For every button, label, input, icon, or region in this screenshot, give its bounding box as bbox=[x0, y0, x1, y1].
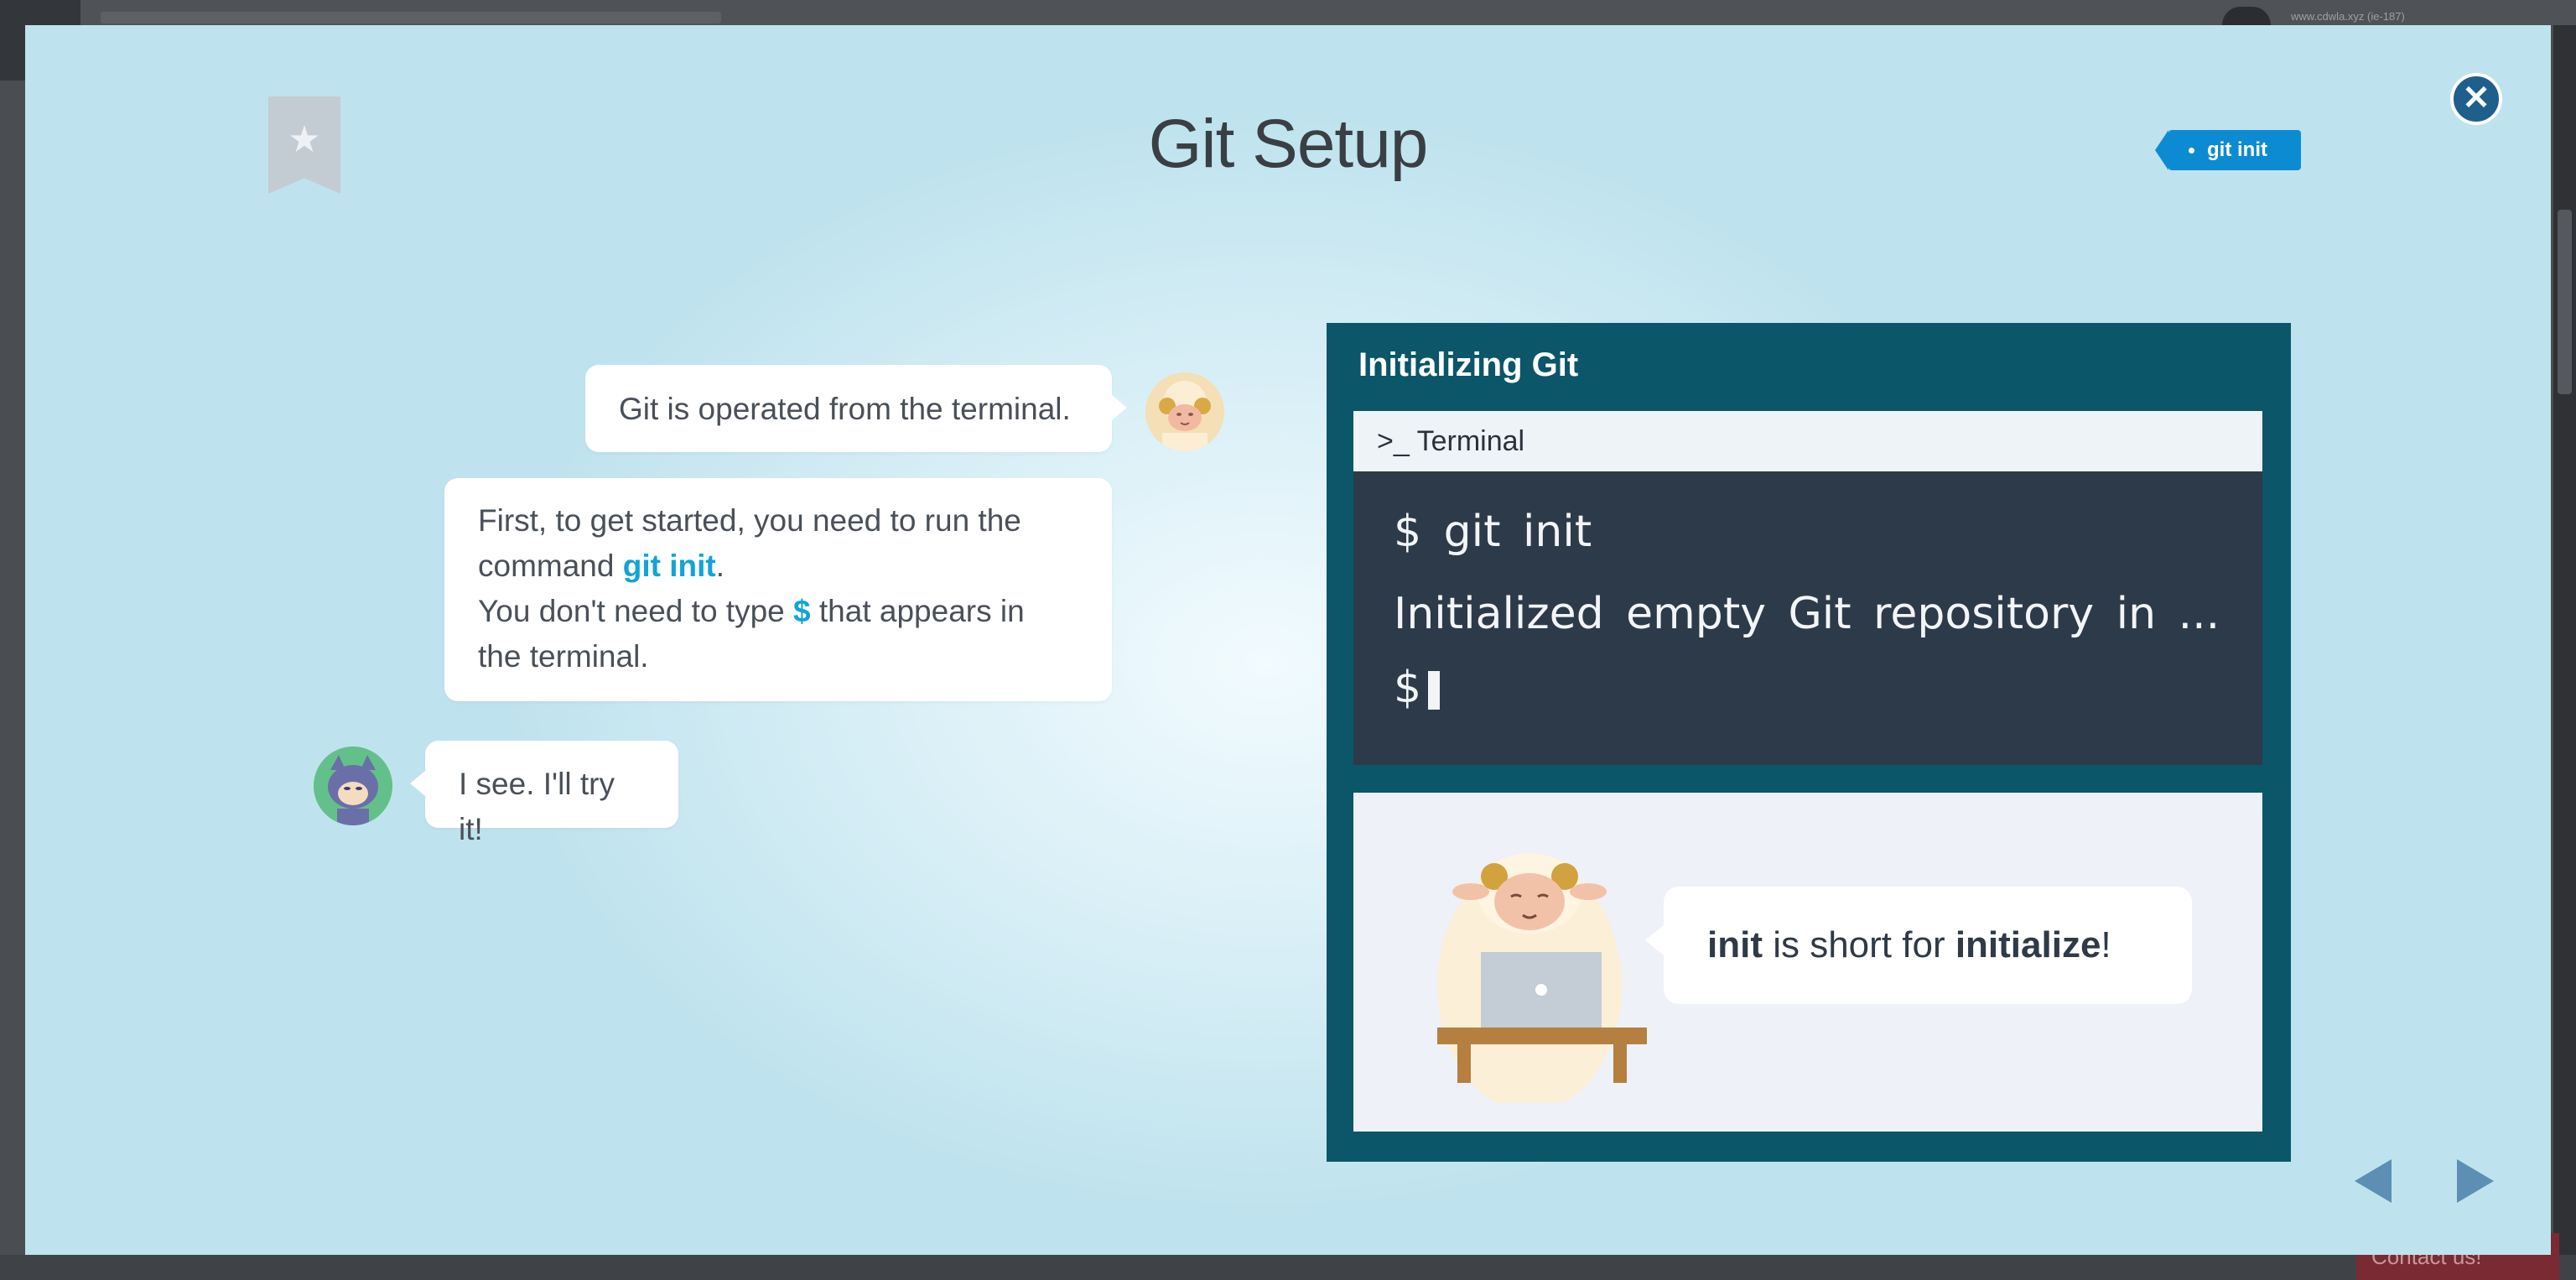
terminal-output: $ git init Initialized empty Git reposit… bbox=[1353, 471, 2262, 765]
chat-line-text: command bbox=[478, 549, 623, 583]
command-highlight: git init bbox=[622, 549, 716, 583]
close-button[interactable]: ✕ bbox=[2450, 73, 2502, 125]
chat-line-text: . bbox=[715, 549, 724, 583]
tip-text-end: ! bbox=[2101, 924, 2111, 965]
user-cat-avatar bbox=[314, 747, 392, 825]
background-scrollbar-thumb[interactable] bbox=[2558, 210, 2572, 394]
chat-line-text: the terminal. bbox=[478, 639, 649, 674]
chat-message-text: I see. I'll try it! bbox=[459, 767, 615, 846]
chat-line-text: that appears in bbox=[810, 594, 1025, 628]
next-slide-button[interactable] bbox=[2457, 1159, 2494, 1203]
background-user-text: www.cdwla.xyz (ie-187) bbox=[2291, 10, 2405, 23]
topic-tag: git init bbox=[2155, 130, 2301, 170]
sheep-avatar bbox=[1145, 372, 1224, 451]
chat-bubble-sheep-2: First, to get started, you need to run t… bbox=[444, 478, 1112, 701]
terminal-label: Terminal bbox=[1416, 425, 1525, 457]
chat-line: the terminal. bbox=[478, 634, 1078, 679]
terminal-line: $ git init bbox=[1394, 507, 1592, 557]
tip-bubble: init is short for initialize! bbox=[1645, 887, 2192, 1004]
chat-line: You don't need to type $ that appears in bbox=[478, 589, 1078, 634]
terminal-header: >_ Terminal bbox=[1353, 411, 2262, 471]
card-title: Initializing Git bbox=[1358, 346, 1579, 383]
sheep-laptop-illustration bbox=[1437, 853, 1647, 1103]
lesson-modal: ★ Git Setup git init ✕ Git is operated f… bbox=[25, 25, 2551, 1255]
background-bottom-bar bbox=[0, 1255, 2576, 1280]
chat-bubble-sheep-1: Git is operated from the terminal. bbox=[585, 365, 1127, 452]
prev-slide-button[interactable] bbox=[2355, 1159, 2392, 1203]
terminal-prompt: $ bbox=[1394, 663, 1422, 713]
tip-term-full: initialize bbox=[1955, 924, 2101, 965]
chat-line: First, to get started, you need to run t… bbox=[478, 498, 1078, 544]
dollar-highlight: $ bbox=[793, 594, 811, 628]
lesson-card: Initializing Git >_ Terminal $ git init … bbox=[1327, 323, 2291, 1162]
chat-message-text: Git is operated from the terminal. bbox=[619, 392, 1071, 426]
terminal-cursor bbox=[1428, 671, 1441, 710]
background-search-bar bbox=[101, 12, 721, 23]
chat-line-text: You don't need to type bbox=[478, 594, 794, 628]
terminal-line-prompt: $ bbox=[1394, 663, 1441, 713]
terminal-line: Initialized empty Git repository in ... bbox=[1394, 589, 2220, 639]
tip-term: init bbox=[1707, 924, 1763, 965]
chat-line-text: First, to get started, you need to run t… bbox=[478, 503, 1021, 538]
tip-text: is short for bbox=[1762, 924, 1955, 965]
terminal-prompt-icon: >_ bbox=[1377, 425, 1410, 457]
chat-line: command git init. bbox=[478, 544, 1078, 589]
chat-bubble-user: I see. I'll try it! bbox=[410, 741, 678, 846]
tip-box: init is short for initialize! bbox=[1353, 793, 2262, 1132]
close-icon: ✕ bbox=[2462, 80, 2490, 117]
